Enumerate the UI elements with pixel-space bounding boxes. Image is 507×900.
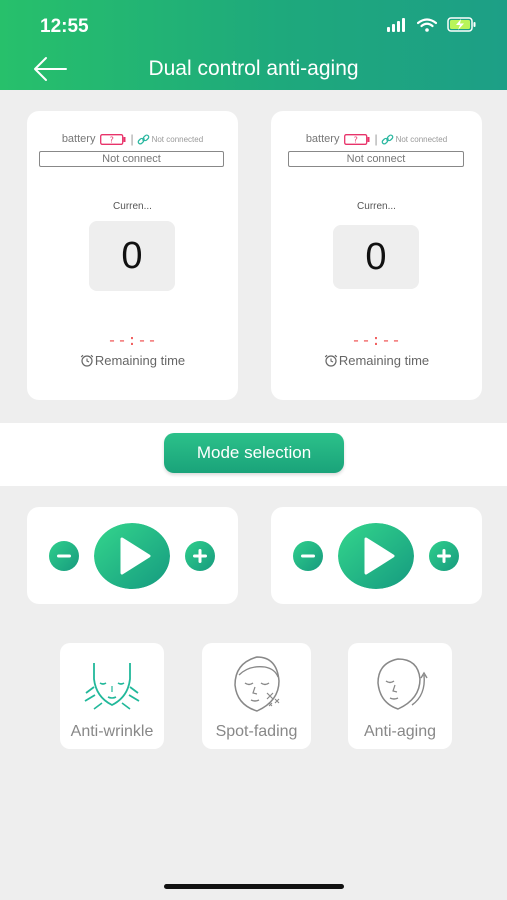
alarm-clock-icon <box>324 354 338 367</box>
remaining-time-label: Remaining time <box>94 353 186 368</box>
current-label: Curren... <box>357 201 396 212</box>
face-lift-icon <box>84 663 140 710</box>
remaining-time-row: Remaining time <box>27 353 238 368</box>
intensity-value: 0 <box>89 221 175 291</box>
alarm-clock-icon <box>80 354 94 367</box>
svg-text:?: ? <box>110 135 114 144</box>
timer-value: --:-- <box>351 333 402 350</box>
timer-value: --:-- <box>107 333 158 350</box>
connect-status-box[interactable]: Not connect <box>39 151 224 167</box>
link-icon <box>381 133 393 145</box>
nav-bar: Dual control anti-aging <box>0 48 507 90</box>
status-bar: 12:55 <box>0 0 507 50</box>
device-status-row: battery ? | Not connected <box>27 132 238 146</box>
device-card-right: battery ? | Not connected Not connect Cu… <box>271 111 482 400</box>
plus-button[interactable] <box>184 540 216 572</box>
mode-anti-wrinkle[interactable]: Anti-wrinkle <box>60 643 164 749</box>
mode-anti-aging[interactable]: Anti-aging <box>348 643 452 749</box>
remaining-time-row: Remaining time <box>271 353 482 368</box>
app-header: 12:55 Dual control anti-aging <box>0 0 507 90</box>
play-button[interactable] <box>338 523 414 589</box>
mode-selection-band: Mode selection <box>0 423 507 486</box>
link-icon <box>137 133 149 145</box>
minus-button[interactable] <box>48 540 80 572</box>
mode-label: Anti-aging <box>363 723 437 740</box>
connect-status-box[interactable]: Not connect <box>288 151 464 167</box>
mode-label: Anti-wrinkle <box>70 723 154 740</box>
home-indicator[interactable] <box>164 884 344 889</box>
status-time: 12:55 <box>40 16 89 37</box>
minus-button[interactable] <box>292 540 324 572</box>
device-card-left: battery ? | Not connected Not connect Cu… <box>27 111 238 400</box>
plus-button[interactable] <box>428 540 460 572</box>
separator: | <box>374 132 378 146</box>
face-spots-icon <box>233 656 280 712</box>
remaining-time-label: Remaining time <box>338 353 430 368</box>
page-title: Dual control anti-aging <box>148 57 359 80</box>
separator: | <box>130 132 134 146</box>
svg-text:?: ? <box>354 135 358 144</box>
device-status-row: battery ? | Not connected <box>271 132 482 146</box>
mode-selection-button[interactable]: Mode selection <box>164 433 344 473</box>
face-rejuvenate-icon <box>377 658 428 710</box>
control-card-left <box>27 507 238 604</box>
play-button[interactable] <box>94 523 170 589</box>
mode-spot-fading[interactable]: Spot-fading <box>202 643 311 749</box>
connection-status-text: Not connected <box>151 134 204 144</box>
cellular-signal-icon <box>387 17 405 32</box>
intensity-value: 0 <box>333 225 419 289</box>
wifi-icon <box>417 17 437 32</box>
battery-low-icon: ? <box>100 133 126 145</box>
mode-label: Spot-fading <box>215 723 298 740</box>
current-label: Curren... <box>113 201 152 212</box>
control-card-right <box>271 507 482 604</box>
battery-low-icon: ? <box>344 133 370 145</box>
battery-charging-icon <box>447 17 476 32</box>
battery-label: battery <box>61 133 96 145</box>
battery-label: battery <box>305 133 340 145</box>
connection-status-text: Not connected <box>395 134 448 144</box>
status-icons <box>387 17 477 32</box>
